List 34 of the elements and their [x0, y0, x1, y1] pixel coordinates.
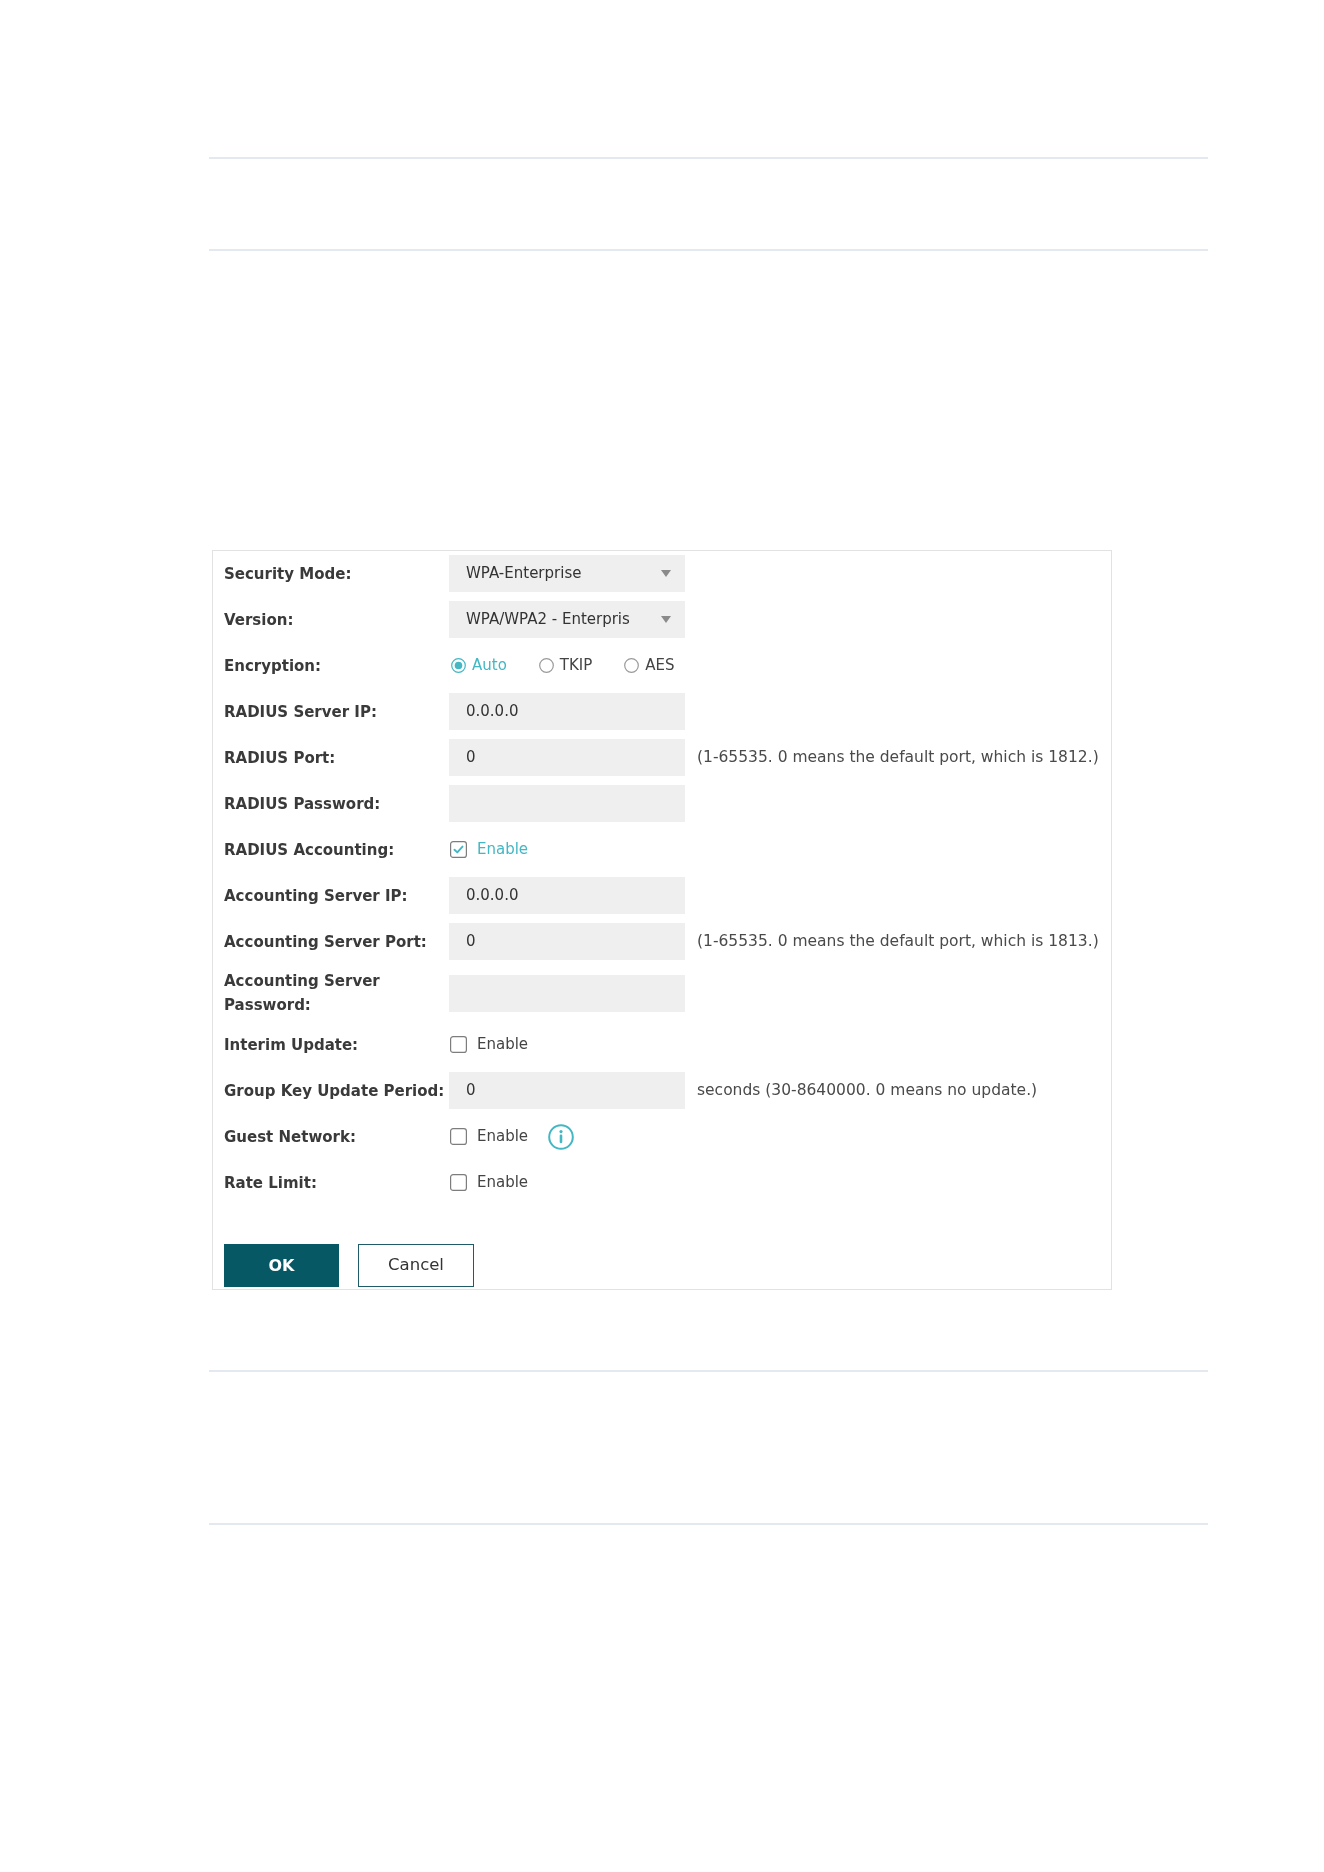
hint-text: (1-65535. 0 means the default port, which is 1813.)	[697, 930, 1099, 952]
field-label: Accounting Server IP:	[224, 886, 408, 905]
input-field[interactable]: 0.0.0.0	[449, 693, 685, 730]
cancel-button[interactable]: Cancel	[358, 1244, 474, 1287]
field-label: Accounting Server Port:	[224, 932, 427, 951]
dropdown[interactable]: WPA/WPA2 - Enterpris	[449, 601, 685, 638]
input-field[interactable]: 0	[449, 739, 685, 776]
input-field[interactable]: 0.0.0.0	[449, 877, 685, 914]
field-label: Security Mode:	[224, 564, 352, 583]
input-field[interactable]: 0	[449, 1072, 685, 1109]
field-label: Interim Update:	[224, 1035, 359, 1054]
field-label: Encryption:	[224, 656, 322, 675]
checkbox-option[interactable]: Enable	[450, 1171, 529, 1194]
radio-option[interactable]: AES	[624, 654, 675, 677]
caret-icon	[661, 570, 671, 577]
checkbox-option[interactable]: Enable	[450, 1033, 529, 1056]
field-label: Group Key Update Period:	[224, 1081, 445, 1100]
ok-button[interactable]: OK	[224, 1244, 339, 1287]
info-icon[interactable]	[548, 1123, 575, 1150]
dropdown[interactable]: WPA-Enterprise	[449, 555, 685, 592]
field-label: Accounting Server Password:	[224, 972, 380, 1014]
field-label: RADIUS Password:	[224, 794, 381, 813]
field-label: Rate Limit:	[224, 1173, 317, 1192]
radio-option[interactable]: TKIP	[538, 654, 593, 677]
field-label: RADIUS Port:	[224, 748, 336, 767]
field-label: Version:	[224, 610, 294, 629]
caret-icon	[661, 616, 671, 623]
field-label: Guest Network:	[224, 1127, 356, 1146]
input-field[interactable]: 0	[449, 923, 685, 960]
field-label: RADIUS Server IP:	[224, 702, 377, 721]
field-label: RADIUS Accounting:	[224, 840, 395, 859]
checkbox-option[interactable]: Enable	[450, 1125, 529, 1148]
hint-text: (1-65535. 0 means the default port, which is 1812.)	[697, 746, 1099, 768]
hint-text: seconds (30-8640000. 0 means no update.)	[697, 1079, 1038, 1101]
